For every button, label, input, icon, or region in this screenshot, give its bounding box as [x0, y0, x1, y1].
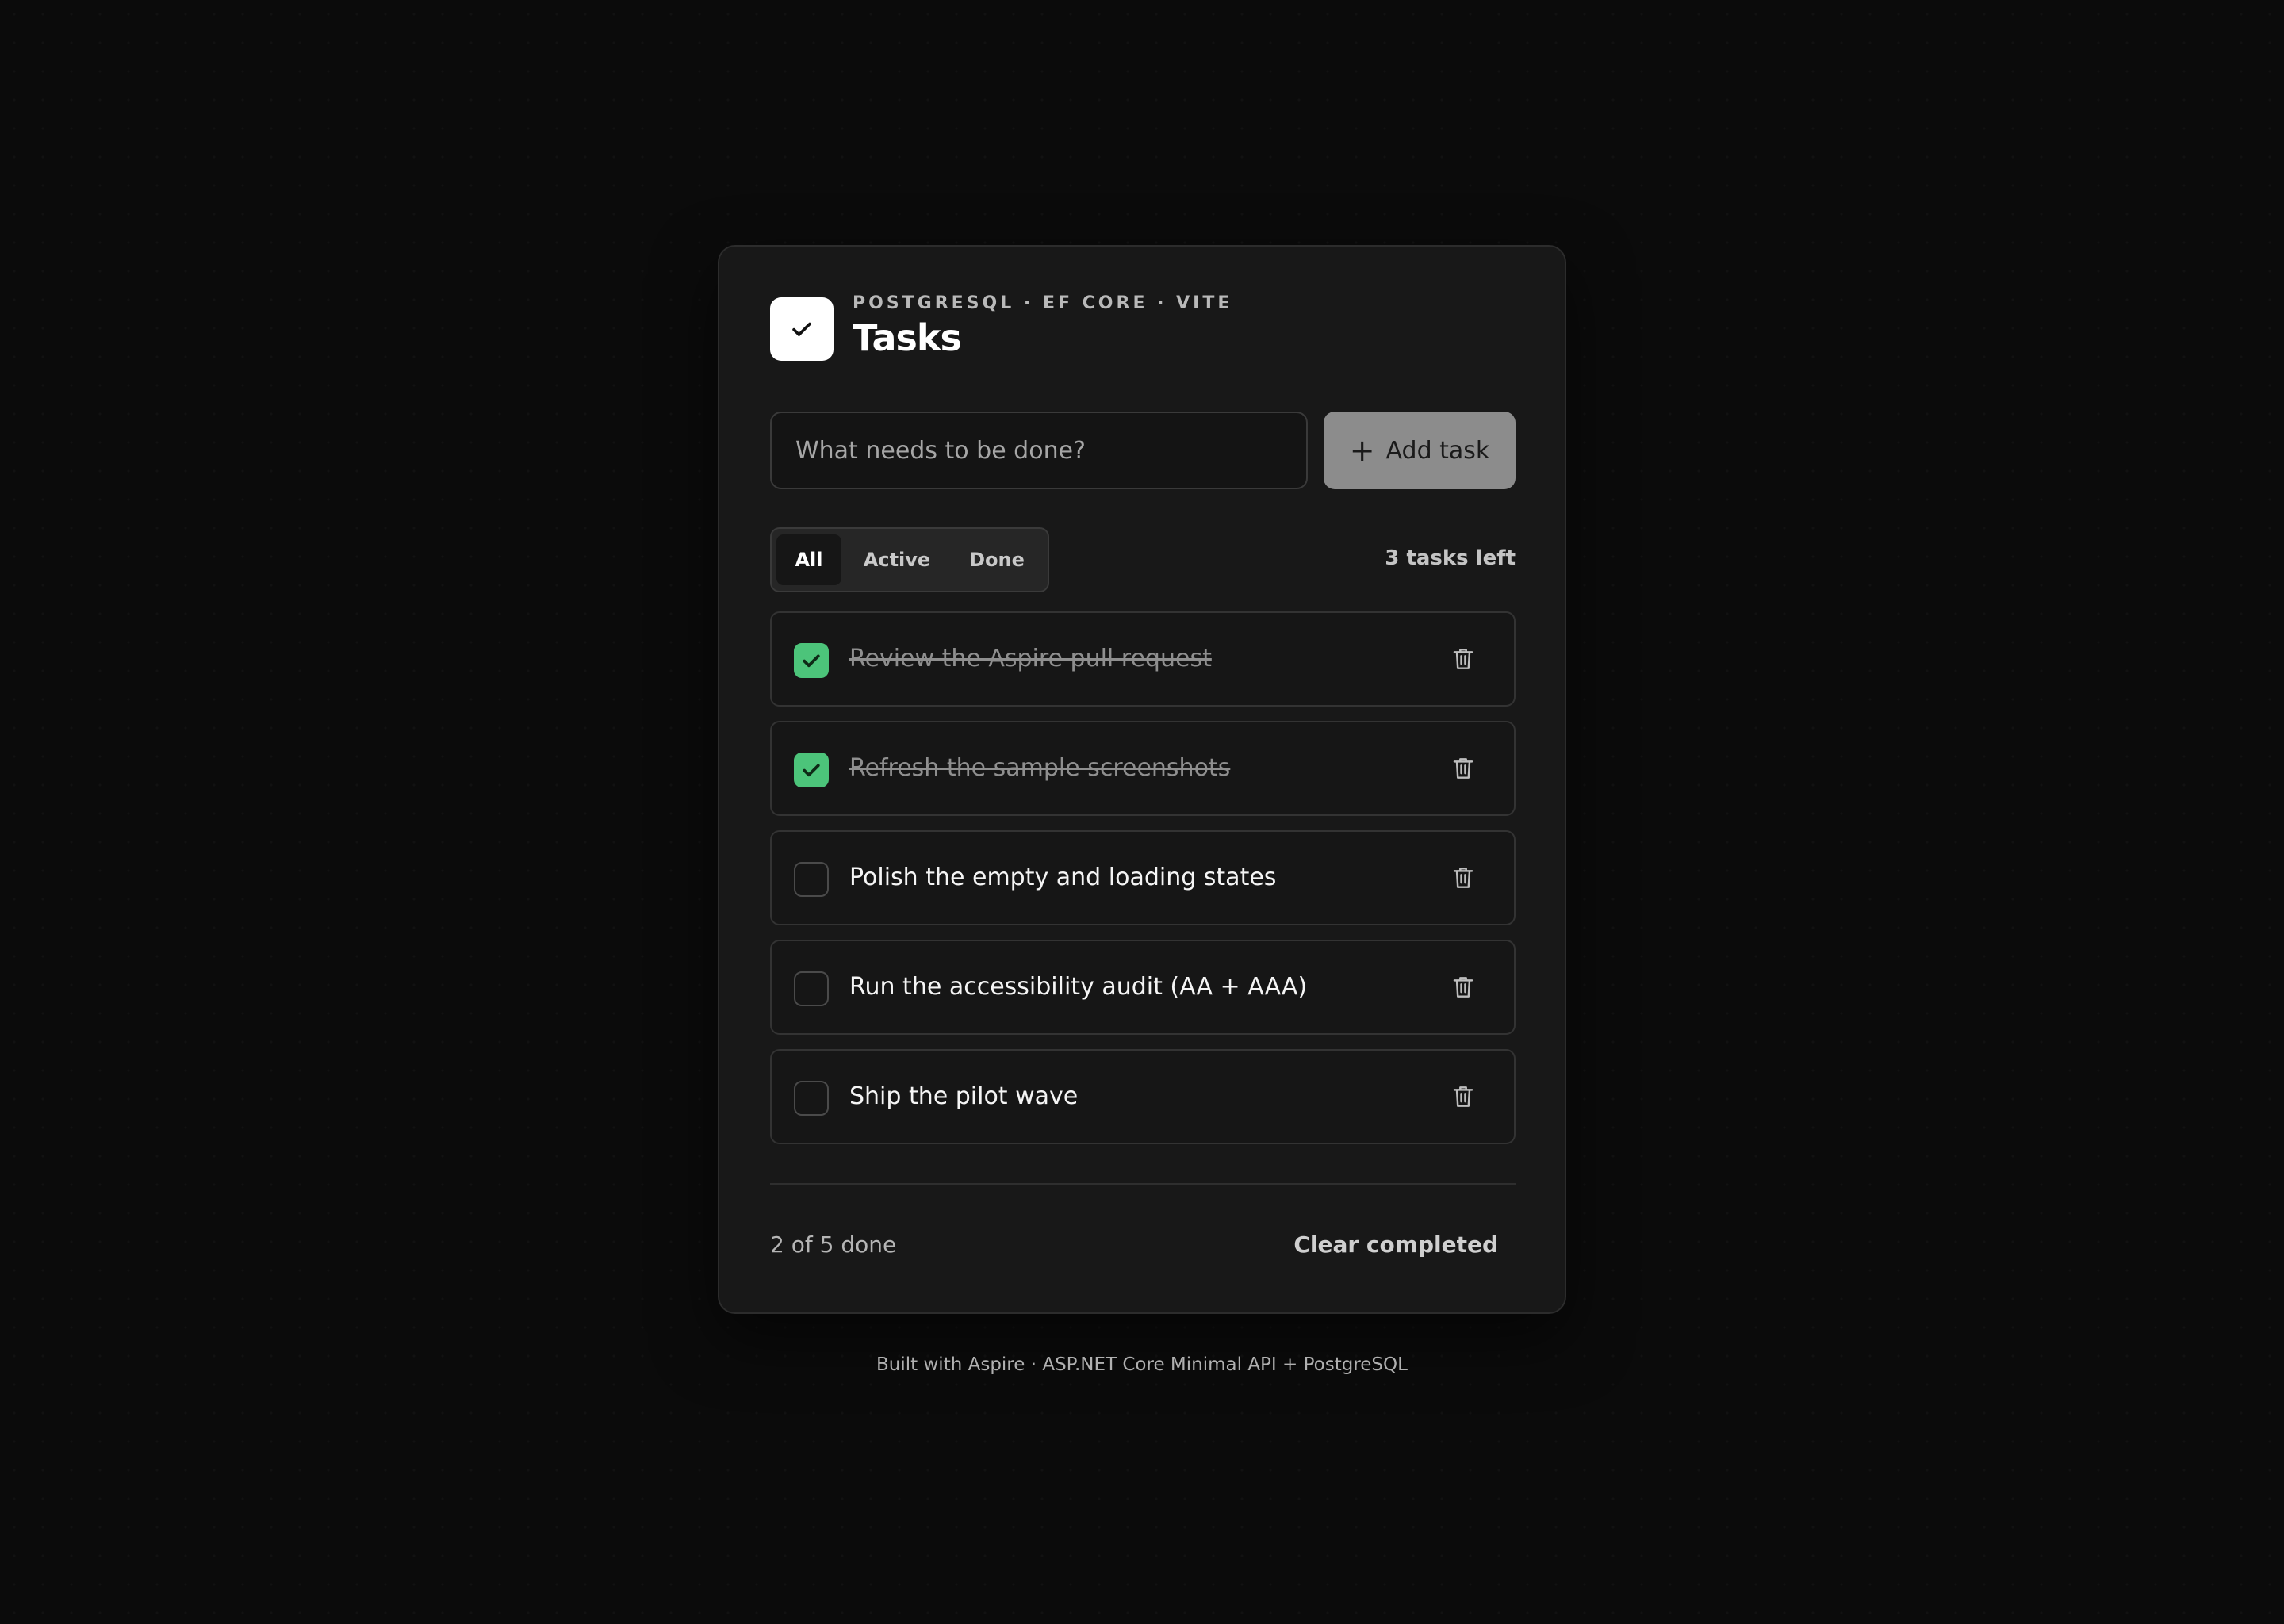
task-text: Ship the pilot wave: [849, 1082, 1079, 1110]
header-titles: POSTGRESQL · EF CORE · VITE Tasks: [853, 293, 1232, 360]
trash-icon: [1453, 868, 1473, 888]
delete-task-button[interactable]: [1447, 971, 1479, 1003]
trash-icon: [1453, 1086, 1473, 1107]
page-title: Tasks: [853, 316, 962, 359]
task-checkbox[interactable]: [794, 971, 829, 1006]
task-item: Refresh the sample screenshots: [770, 721, 1516, 816]
app-logo: [770, 297, 834, 361]
progress-summary: 2 of 5 done: [770, 1231, 897, 1258]
task-item: Review the Aspire pull request: [770, 611, 1516, 707]
task-checkbox[interactable]: [794, 1081, 829, 1116]
task-text: Review the Aspire pull request: [849, 645, 1212, 672]
task-item: Ship the pilot wave: [770, 1049, 1516, 1144]
check-icon: [803, 764, 820, 777]
delete-task-button[interactable]: [1447, 753, 1479, 784]
task-text: Run the accessibility audit (AA + AAA): [849, 973, 1308, 1001]
add-task-label: Add task: [1385, 436, 1490, 465]
footer-divider: [770, 1183, 1516, 1185]
task-checkbox[interactable]: [794, 862, 829, 897]
task-list: Review the Aspire pull request Refresh t…: [770, 611, 1516, 1159]
header: POSTGRESQL · EF CORE · VITE Tasks: [770, 293, 1232, 361]
task-text: Polish the empty and loading states: [849, 864, 1277, 891]
filter-tabs: All Active Done: [770, 527, 1049, 592]
task-item: Polish the empty and loading states: [770, 830, 1516, 925]
trash-icon: [1453, 649, 1473, 669]
delete-task-button[interactable]: [1447, 862, 1479, 894]
new-task-input[interactable]: [770, 412, 1308, 489]
filter-row: All Active Done 3 tasks left: [770, 527, 1516, 594]
tasks-left-count: 3 tasks left: [1385, 546, 1516, 570]
card-footer: 2 of 5 done Clear completed: [770, 1222, 1516, 1270]
task-checkbox[interactable]: [794, 643, 829, 678]
delete-task-button[interactable]: [1447, 1081, 1479, 1113]
check-icon: [803, 654, 820, 668]
add-task-form: + Add task: [770, 412, 1516, 489]
filter-tab-done[interactable]: Done: [952, 534, 1041, 585]
tasks-card: POSTGRESQL · EF CORE · VITE Tasks + Add …: [718, 245, 1566, 1314]
page-footer: Built with Aspire · ASP.NET Core Minimal…: [876, 1354, 1408, 1375]
task-item: Run the accessibility audit (AA + AAA): [770, 940, 1516, 1035]
delete-task-button[interactable]: [1447, 643, 1479, 675]
checkmark-icon: [792, 322, 811, 336]
trash-icon: [1453, 977, 1473, 998]
task-checkbox[interactable]: [794, 753, 829, 787]
add-task-button[interactable]: + Add task: [1324, 412, 1516, 489]
trash-icon: [1453, 758, 1473, 779]
filter-tab-all[interactable]: All: [776, 534, 841, 585]
plus-icon: +: [1349, 433, 1375, 468]
stack-kicker: POSTGRESQL · EF CORE · VITE: [853, 293, 1233, 313]
clear-completed-button[interactable]: Clear completed: [1293, 1231, 1498, 1258]
task-text: Refresh the sample screenshots: [849, 754, 1231, 782]
filter-tab-active[interactable]: Active: [841, 534, 952, 585]
